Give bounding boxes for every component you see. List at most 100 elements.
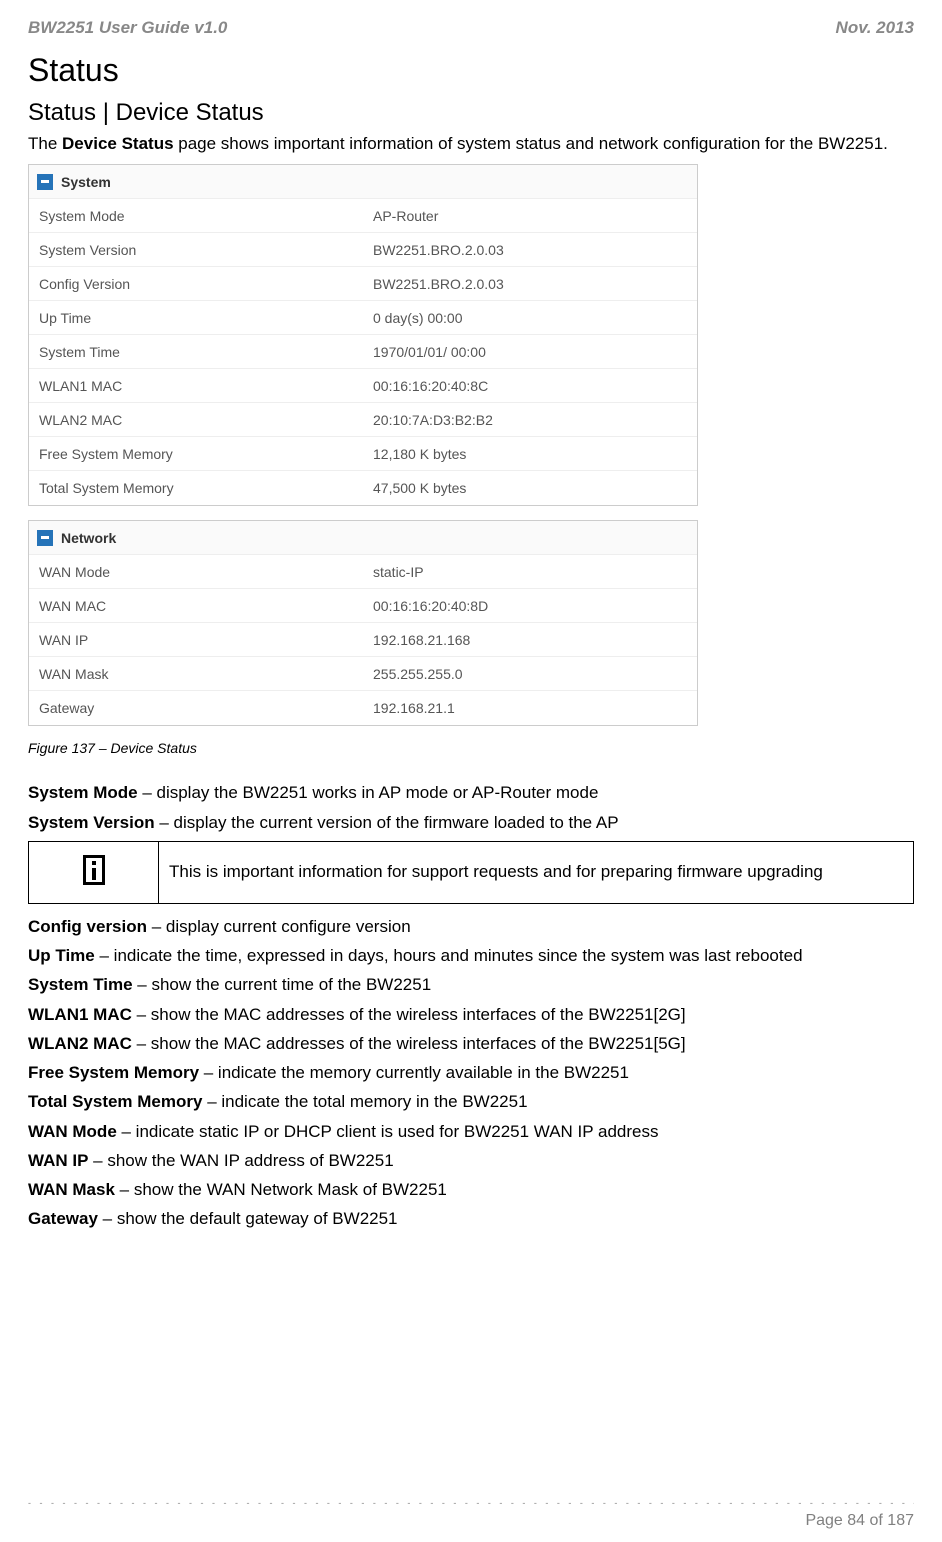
row-key: Gateway xyxy=(29,692,363,724)
row-key: WLAN1 MAC xyxy=(29,370,363,402)
doc-date: Nov. 2013 xyxy=(836,18,914,38)
definition: Gateway – show the default gateway of BW… xyxy=(28,1208,914,1229)
definition-term: System Mode xyxy=(28,783,138,802)
definition-term: WAN IP xyxy=(28,1151,88,1170)
table-row: WAN Modestatic-IP xyxy=(29,555,697,589)
table-row: WLAN2 MAC20:10:7A:D3:B2:B2 xyxy=(29,403,697,437)
table-row: Config VersionBW2251.BRO.2.0.03 xyxy=(29,267,697,301)
definition: Config version – display current configu… xyxy=(28,916,914,937)
network-panel-header: Network xyxy=(29,521,697,555)
info-text: This is important information for suppor… xyxy=(159,841,914,903)
section-title: Status | Device Status xyxy=(28,99,914,127)
definition-term: WLAN2 MAC xyxy=(28,1034,132,1053)
intro-pre: The xyxy=(28,134,62,153)
row-key: System Mode xyxy=(29,200,363,232)
definition-term: Free System Memory xyxy=(28,1063,199,1082)
system-panel: System System ModeAP-RouterSystem Versio… xyxy=(28,164,698,506)
row-value: 192.168.21.1 xyxy=(363,692,697,724)
row-key: WAN Mask xyxy=(29,658,363,690)
system-panel-title: System xyxy=(61,174,111,190)
page-title: Status xyxy=(28,52,914,89)
footer-separator: - - - - - - - - - - - - - - - - - - - - … xyxy=(28,1498,914,1510)
definition: System Version – display the current ver… xyxy=(28,812,914,833)
definition-term: Config version xyxy=(28,917,147,936)
intro-paragraph: The Device Status page shows important i… xyxy=(28,133,914,154)
definition: WLAN1 MAC – show the MAC addresses of th… xyxy=(28,1004,914,1025)
table-row: Total System Memory47,500 K bytes xyxy=(29,471,697,505)
network-icon xyxy=(37,530,53,546)
row-value: BW2251.BRO.2.0.03 xyxy=(363,234,697,266)
row-value: static-IP xyxy=(363,556,697,588)
system-panel-header: System xyxy=(29,165,697,199)
table-row: WAN MAC00:16:16:20:40:8D xyxy=(29,589,697,623)
definition-text: – indicate static IP or DHCP client is u… xyxy=(117,1122,659,1141)
intro-post: page shows important information of syst… xyxy=(174,134,888,153)
definition-text: – display current configure version xyxy=(147,917,411,936)
table-row: System ModeAP-Router xyxy=(29,199,697,233)
network-panel-title: Network xyxy=(61,530,116,546)
info-icon xyxy=(83,855,105,885)
definition-text: – show the WAN Network Mask of BW2251 xyxy=(115,1180,447,1199)
page-header: BW2251 User Guide v1.0 Nov. 2013 xyxy=(28,18,914,38)
row-key: Config Version xyxy=(29,268,363,300)
definition-term: System Time xyxy=(28,975,133,994)
row-value: 12,180 K bytes xyxy=(363,438,697,470)
definition: System Time – show the current time of t… xyxy=(28,974,914,995)
definition: WAN Mode – indicate static IP or DHCP cl… xyxy=(28,1121,914,1142)
row-value: 47,500 K bytes xyxy=(363,472,697,504)
row-key: Total System Memory xyxy=(29,472,363,504)
definition: Total System Memory – indicate the total… xyxy=(28,1091,914,1112)
definition-term: Total System Memory xyxy=(28,1092,202,1111)
info-icon-cell xyxy=(29,841,159,903)
row-value: 1970/01/01/ 00:00 xyxy=(363,336,697,368)
definition-text: – show the MAC addresses of the wireless… xyxy=(132,1034,686,1053)
definition-term: System Version xyxy=(28,813,155,832)
row-key: WAN IP xyxy=(29,624,363,656)
definition: WAN Mask – show the WAN Network Mask of … xyxy=(28,1179,914,1200)
table-row: WAN Mask255.255.255.0 xyxy=(29,657,697,691)
definition-term: Gateway xyxy=(28,1209,98,1228)
table-row: Up Time0 day(s) 00:00 xyxy=(29,301,697,335)
row-key: Up Time xyxy=(29,302,363,334)
row-value: 00:16:16:20:40:8C xyxy=(363,370,697,402)
row-value: 0 day(s) 00:00 xyxy=(363,302,697,334)
row-value: AP-Router xyxy=(363,200,697,232)
definition-text: – display the current version of the fir… xyxy=(155,813,619,832)
definition-term: WAN Mode xyxy=(28,1122,117,1141)
definition-text: – show the current time of the BW2251 xyxy=(133,975,432,994)
table-row: WAN IP192.168.21.168 xyxy=(29,623,697,657)
table-row: Free System Memory12,180 K bytes xyxy=(29,437,697,471)
row-key: System Version xyxy=(29,234,363,266)
definition-text: – show the WAN IP address of BW2251 xyxy=(88,1151,393,1170)
table-row: System VersionBW2251.BRO.2.0.03 xyxy=(29,233,697,267)
definition-term: Up Time xyxy=(28,946,95,965)
definition-text: – display the BW2251 works in AP mode or… xyxy=(138,783,599,802)
page-number: Page 84 of 187 xyxy=(28,1512,914,1530)
network-panel: Network WAN Modestatic-IPWAN MAC00:16:16… xyxy=(28,520,698,726)
row-key: Free System Memory xyxy=(29,438,363,470)
definition-text: – indicate the total memory in the BW225… xyxy=(202,1092,527,1111)
definition: Up Time – indicate the time, expressed i… xyxy=(28,945,914,966)
definition-text: – show the default gateway of BW2251 xyxy=(98,1209,398,1228)
intro-bold: Device Status xyxy=(62,134,174,153)
system-icon xyxy=(37,174,53,190)
doc-title: BW2251 User Guide v1.0 xyxy=(28,18,227,38)
definition: System Mode – display the BW2251 works i… xyxy=(28,782,914,803)
table-row: System Time1970/01/01/ 00:00 xyxy=(29,335,697,369)
table-row: Gateway192.168.21.1 xyxy=(29,691,697,725)
row-value: 255.255.255.0 xyxy=(363,658,697,690)
definition-text: – show the MAC addresses of the wireless… xyxy=(132,1005,686,1024)
row-key: WAN MAC xyxy=(29,590,363,622)
definition-term: WLAN1 MAC xyxy=(28,1005,132,1024)
row-value: BW2251.BRO.2.0.03 xyxy=(363,268,697,300)
definition-text: – indicate the time, expressed in days, … xyxy=(95,946,803,965)
row-value: 00:16:16:20:40:8D xyxy=(363,590,697,622)
row-key: WLAN2 MAC xyxy=(29,404,363,436)
row-value: 20:10:7A:D3:B2:B2 xyxy=(363,404,697,436)
info-table: This is important information for suppor… xyxy=(28,841,914,904)
definition-term: WAN Mask xyxy=(28,1180,115,1199)
definition: WAN IP – show the WAN IP address of BW22… xyxy=(28,1150,914,1171)
page-footer: - - - - - - - - - - - - - - - - - - - - … xyxy=(28,1498,914,1530)
figure-caption: Figure 137 – Device Status xyxy=(28,740,914,756)
definition: Free System Memory – indicate the memory… xyxy=(28,1062,914,1083)
